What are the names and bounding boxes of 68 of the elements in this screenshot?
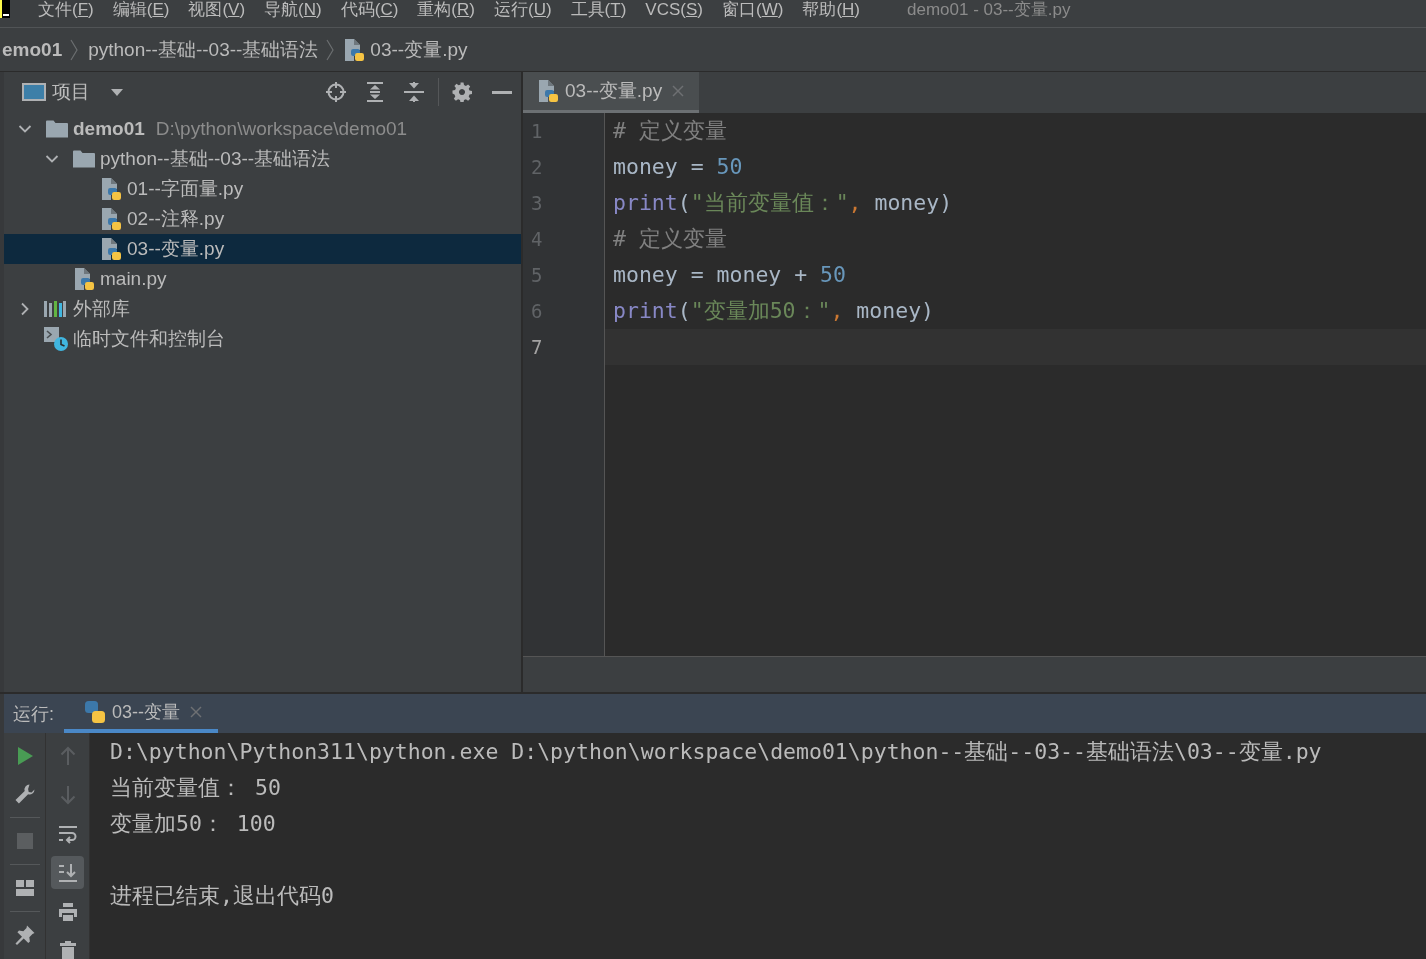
menu-item[interactable]: 窗口(W): [722, 0, 784, 19]
menu-item[interactable]: VCS(S): [645, 0, 703, 19]
tree-item[interactable]: python--基础--03--基础语法: [4, 144, 521, 174]
python-file-icon: [344, 38, 365, 61]
chevron-icon: [326, 38, 335, 61]
breadcrumb-item[interactable]: python--基础--03--基础语法: [88, 36, 319, 63]
folder-icon: [46, 120, 68, 138]
breadcrumb-item[interactable]: 03--变量.py: [344, 36, 468, 63]
layout-icon: [14, 878, 35, 898]
code-line: # 定义变量: [612, 225, 728, 253]
menu-item[interactable]: 导航(N): [264, 0, 322, 19]
app-logo-icon: [0, 0, 10, 18]
code-line: print("变量加50：", money): [612, 297, 936, 325]
path-text: D:\python\workspace\demo01: [155, 118, 408, 140]
tree-item[interactable]: 03--变量.py: [4, 234, 521, 264]
menu-item[interactable]: 运行(U): [494, 0, 552, 19]
panel-icon: [22, 83, 46, 101]
printer-icon: [57, 901, 78, 922]
editor-tab[interactable]: 03--变量.py: [523, 72, 700, 113]
tree-item[interactable]: 临时文件和控制台: [4, 324, 521, 354]
code-line: # 定义变量: [612, 117, 728, 145]
expand-all-icon[interactable]: [365, 82, 385, 102]
menu-item[interactable]: 编辑(E): [112, 0, 170, 19]
menu-item[interactable]: 重构(R): [417, 0, 475, 19]
window-title: demo01 - 03--变量.py: [907, 0, 1071, 19]
panel-title: 运行:: [12, 702, 54, 726]
console-line: D:\python\Python311\python.exe D:\python\workspace\demo01\python--基础--03--基础语法\03--变量.py: [110, 738, 1323, 766]
python-logo-icon: [84, 700, 106, 723]
crosshair-icon[interactable]: [326, 82, 346, 102]
code-line: money = money + 50: [612, 261, 847, 289]
wrap-icon: [57, 823, 78, 844]
folder-icon: [73, 150, 95, 168]
stop-icon: [14, 831, 35, 851]
scroll-down-icon: [57, 862, 78, 883]
menu-item[interactable]: 帮助(H): [802, 0, 860, 19]
wrench-icon: [14, 784, 35, 804]
settings-icon[interactable]: [452, 82, 472, 102]
tree-item[interactable]: 外部库: [4, 294, 521, 324]
tree-item[interactable]: main.py: [4, 264, 521, 294]
tree-item[interactable]: demo01 D:\python\workspace\demo01: [4, 114, 521, 144]
library-icon: [44, 300, 66, 318]
minimize-icon[interactable]: [492, 90, 512, 94]
console-line: 进程已结束,退出代码0: [110, 882, 335, 910]
python-file-icon: [538, 80, 558, 102]
pin-icon: [14, 925, 35, 945]
menu-item[interactable]: 文件(F): [38, 0, 94, 19]
code-line: money = 50: [612, 153, 744, 181]
menu-item[interactable]: 代码(C): [340, 0, 399, 19]
code-line: print("当前变量值：", money): [612, 189, 954, 217]
scroll-to-end-button[interactable]: [51, 856, 84, 889]
console-line: 变量加50： 100: [110, 810, 277, 838]
console-line: 当前变量值： 50: [110, 774, 282, 802]
collapse-all-icon[interactable]: [404, 82, 424, 102]
python-file-icon: [101, 238, 121, 260]
tree-item[interactable]: 02--注释.py: [4, 204, 521, 234]
panel-title: 项目: [52, 80, 90, 104]
document-clock-icon: [44, 327, 68, 351]
menu-item[interactable]: 视图(V): [188, 0, 246, 19]
line-number: 7: [530, 335, 544, 360]
menu-item[interactable]: 工具(T): [570, 0, 627, 19]
python-file-icon: [101, 208, 121, 230]
chevron-icon: [70, 38, 79, 61]
python-file-icon: [101, 178, 121, 200]
tree-item[interactable]: 01--字面量.py: [4, 174, 521, 204]
breadcrumb-item[interactable]: emo01: [2, 38, 63, 61]
python-file-icon: [74, 268, 94, 290]
trash-icon: [57, 940, 78, 959]
caret-icon[interactable]: [111, 88, 123, 96]
